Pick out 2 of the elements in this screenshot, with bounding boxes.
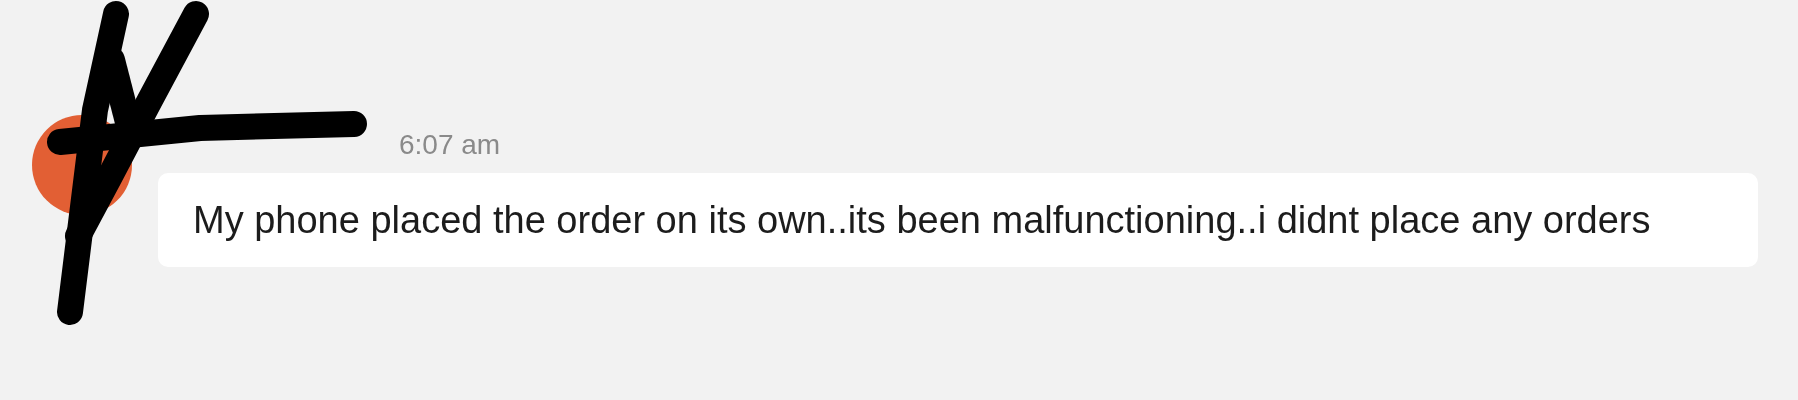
- message-bubble: My phone placed the order on its own..its been malfunctioning..i didnt place any orders: [158, 173, 1758, 267]
- timestamp: 6:07 am: [399, 129, 502, 161]
